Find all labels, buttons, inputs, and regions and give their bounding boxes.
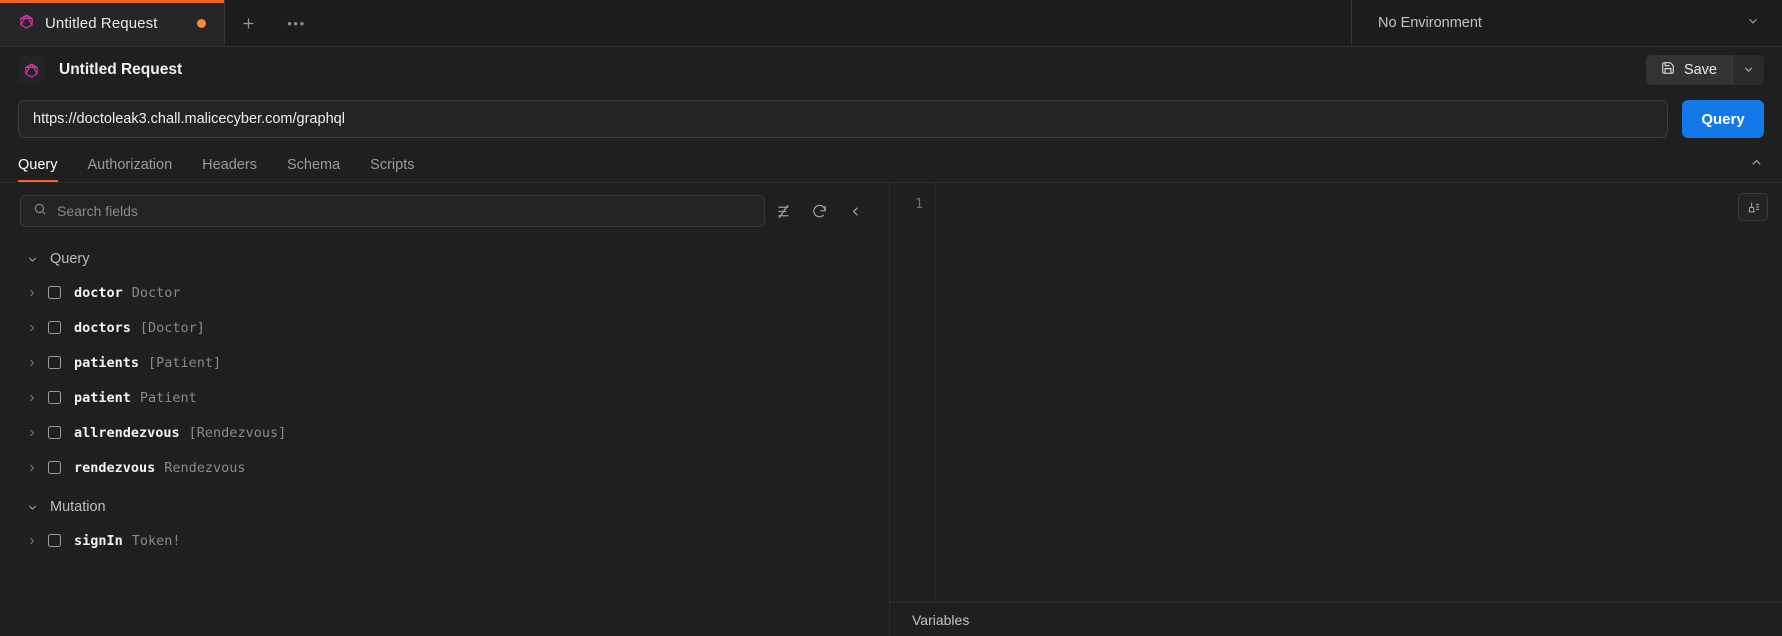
editor-content[interactable] <box>936 183 1782 602</box>
field-name: doctors <box>74 319 131 336</box>
line-number: 1 <box>915 197 923 212</box>
field-type: Token! <box>131 532 181 549</box>
field-name: doctor <box>74 284 123 301</box>
url-input[interactable]: https://doctoleak3.chall.malicecyber.com… <box>18 100 1668 138</box>
unsaved-dot <box>196 18 206 28</box>
field-checkbox[interactable] <box>48 321 61 334</box>
prettify-broom-icon[interactable] <box>1738 193 1768 221</box>
search-placeholder: Search fields <box>57 203 138 219</box>
schema-field-tree: Query doctor Doctor doctors [Doctor] pat… <box>0 237 889 636</box>
schema-explorer-pane: Search fields Query doctor Doctor doctor… <box>0 183 890 636</box>
search-fields-input[interactable]: Search fields <box>20 195 765 227</box>
field-row-doctors[interactable]: doctors [Doctor] <box>0 310 889 345</box>
sort-filter-icon[interactable] <box>765 195 801 227</box>
field-type: [Patient] <box>148 354 222 371</box>
field-row-signin[interactable]: signIn Token! <box>0 523 889 558</box>
graphql-client-window: Untitled Request ••• No Environment Unti… <box>0 0 1782 636</box>
group-label: Mutation <box>50 499 106 515</box>
field-type: Doctor <box>131 284 181 301</box>
query-editor-pane: 1 Variables <box>890 183 1782 636</box>
variables-bar[interactable]: Variables <box>890 602 1782 636</box>
request-subtabs: Query Authorization Headers Schema Scrip… <box>0 148 1782 182</box>
request-tab[interactable]: Untitled Request <box>0 0 225 46</box>
field-checkbox[interactable] <box>48 461 61 474</box>
url-row: https://doctoleak3.chall.malicecyber.com… <box>0 92 1782 148</box>
field-row-patients[interactable]: patients [Patient] <box>0 345 889 380</box>
field-name: signIn <box>74 532 123 549</box>
new-tab-button[interactable] <box>225 0 273 46</box>
graphql-badge-icon <box>18 56 45 83</box>
editor-line-numbers: 1 <box>890 183 936 602</box>
floppy-disk-icon <box>1661 61 1675 79</box>
field-row-patient[interactable]: patient Patient <box>0 380 889 415</box>
chevron-down-icon <box>1746 14 1760 32</box>
graphql-logo-icon <box>19 13 34 34</box>
environment-selector[interactable]: No Environment <box>1352 0 1782 46</box>
send-query-button[interactable]: Query <box>1682 100 1764 138</box>
tab-options-label: ••• <box>287 15 306 31</box>
explorer-search-row: Search fields <box>0 183 889 237</box>
chevron-right-icon[interactable] <box>26 535 48 547</box>
request-header: Untitled Request Save <box>0 47 1782 92</box>
field-name: patients <box>74 354 140 371</box>
field-checkbox[interactable] <box>48 426 61 439</box>
url-text: https://doctoleak3.chall.malicecyber.com… <box>33 111 345 127</box>
tab-options-button[interactable]: ••• <box>273 0 321 46</box>
field-row-rendezvous[interactable]: rendezvous Rendezvous <box>0 450 889 485</box>
tab-headers[interactable]: Headers <box>202 157 257 182</box>
field-name: rendezvous <box>74 459 156 476</box>
tab-bar: Untitled Request ••• No Environment <box>0 0 1782 47</box>
field-type: [Doctor] <box>139 319 205 336</box>
field-name: allrendezvous <box>74 424 180 441</box>
page-title: Untitled Request <box>59 60 183 78</box>
chevron-right-icon[interactable] <box>26 357 48 369</box>
environment-label: No Environment <box>1378 15 1482 31</box>
field-type: Rendezvous <box>164 459 246 476</box>
group-header-mutation[interactable]: Mutation <box>0 491 889 523</box>
collapse-panel-icon[interactable] <box>1749 155 1764 175</box>
variables-label: Variables <box>912 611 970 628</box>
group-header-query[interactable]: Query <box>0 243 889 275</box>
search-icon <box>33 202 47 221</box>
chevron-right-icon[interactable] <box>26 427 48 439</box>
tab-query[interactable]: Query <box>18 157 58 182</box>
field-checkbox[interactable] <box>48 534 61 547</box>
request-identity: Untitled Request <box>18 56 182 83</box>
tab-title: Untitled Request <box>45 14 158 32</box>
chevron-right-icon[interactable] <box>26 287 48 299</box>
tab-authorization[interactable]: Authorization <box>88 157 173 182</box>
save-button-group: Save <box>1645 54 1764 85</box>
chevron-right-icon[interactable] <box>26 322 48 334</box>
field-type: [Rendezvous] <box>188 424 287 441</box>
tab-schema[interactable]: Schema <box>287 157 340 182</box>
tab-scripts[interactable]: Scripts <box>370 157 414 182</box>
main-split: Search fields Query doctor Doctor doctor… <box>0 182 1782 636</box>
field-checkbox[interactable] <box>48 356 61 369</box>
field-type: Patient <box>139 389 197 406</box>
code-editor[interactable]: 1 <box>890 183 1782 602</box>
field-checkbox[interactable] <box>48 286 61 299</box>
field-checkbox[interactable] <box>48 391 61 404</box>
chevron-right-icon[interactable] <box>26 392 48 404</box>
group-label: Query <box>50 251 90 267</box>
field-row-allrendezvous[interactable]: allrendezvous [Rendezvous] <box>0 415 889 450</box>
refresh-icon[interactable] <box>801 195 837 227</box>
tab-active-accent <box>0 0 224 3</box>
chevron-right-icon[interactable] <box>26 462 48 474</box>
save-button[interactable]: Save <box>1645 54 1732 85</box>
save-dropdown-button[interactable] <box>1732 54 1764 85</box>
field-name: patient <box>74 389 131 406</box>
collapse-left-icon[interactable] <box>837 195 873 227</box>
field-row-doctor[interactable]: doctor Doctor <box>0 275 889 310</box>
tab-bar-spacer <box>321 0 1352 46</box>
save-label: Save <box>1683 61 1717 78</box>
